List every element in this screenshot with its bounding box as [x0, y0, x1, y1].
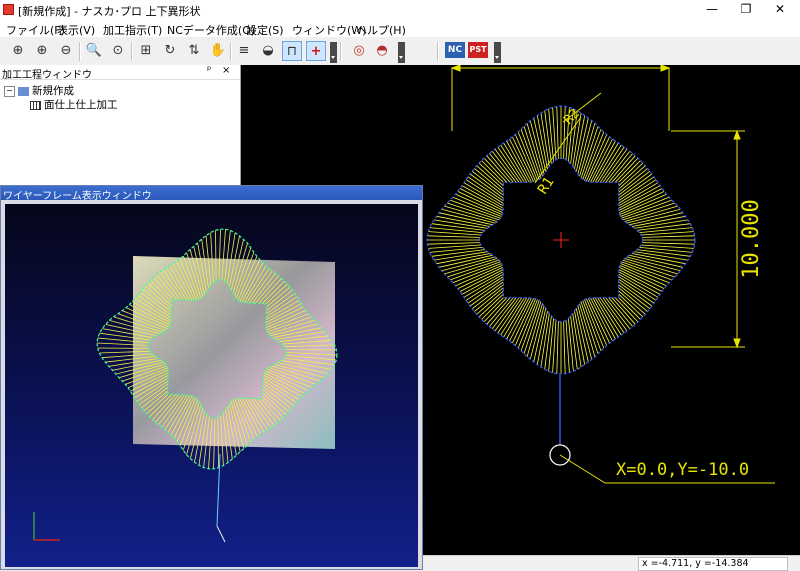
project-icon [18, 87, 29, 96]
app-logo-icon [3, 4, 14, 15]
start-point-label: X=0.0,Y=-10.0 [616, 460, 749, 480]
minimize-button[interactable]: — [696, 0, 728, 20]
shell-icon[interactable]: ◒ [258, 41, 278, 61]
toolpath-line [501, 298, 525, 335]
dimension-width-label: 10.000 [739, 199, 764, 278]
wire-approach-line [217, 526, 225, 542]
toolpath-line [428, 232, 481, 235]
toolbar-separator [340, 42, 342, 61]
toolbar-dropdown-icon[interactable] [330, 42, 337, 63]
toolbar-separator [230, 42, 232, 61]
toolpath-line [466, 180, 503, 204]
toolpath-line [619, 277, 656, 301]
toolpath-line [598, 298, 622, 335]
zoom-half-icon[interactable]: ⊖ [56, 41, 76, 61]
toolbar-separator [131, 42, 133, 61]
post-processor-button[interactable]: PST [468, 42, 488, 58]
zoom-in-icon[interactable]: ⊕ [8, 41, 28, 61]
toolpath-line [576, 118, 588, 172]
toolpath-line [534, 308, 546, 362]
tree-root-item[interactable]: − 新規作成 [4, 83, 74, 98]
wireframe-titlebar: ワイヤーフレーム表示ウィンドウ [1, 186, 422, 200]
toolbar: ⊕ ⊕ ⊖ 🔍 ⊙ ⊞ ↻ ⇅ ✋ ≡ ◒ ⊓ + ◎ ◓ NC PST [0, 37, 800, 65]
menu-help[interactable]: ヘルプ(H) [356, 22, 406, 38]
toolpath-line [641, 245, 694, 248]
tree-child-item[interactable]: 面仕上仕上加工 [30, 97, 118, 112]
toolpath-line [629, 213, 683, 225]
toolbar-dropdown-icon[interactable] [494, 42, 501, 63]
zoom-x2-icon[interactable]: ⊕ [32, 41, 52, 61]
toolpath-line [553, 107, 556, 160]
wireframe-title: ワイヤーフレーム表示ウィンドウ [3, 187, 152, 202]
tree-child-label: 面仕上仕上加工 [44, 99, 118, 111]
toolpath-line [534, 118, 546, 172]
window-title: [新規作成] - ナスカ･プロ 上下異形状 [18, 3, 201, 19]
menu-bar: ファイル(F) 表示(V) 加工指示(T) NCデータ作成(O) 設定(S) ウ… [0, 20, 800, 37]
toolbar-dropdown-icon[interactable] [398, 42, 405, 63]
toolpath-line [629, 255, 683, 267]
machine-icon[interactable]: ⊞ [136, 41, 156, 61]
toolpath-line [501, 145, 525, 182]
process-grid-icon [30, 101, 41, 110]
cursor-coordinates: x =-4.711, y =-14.384 [638, 557, 788, 571]
toolpath-line [439, 255, 493, 267]
toolpath-line [427, 243, 479, 245]
pin-icon[interactable]: ᵖ [207, 65, 211, 76]
collapse-icon[interactable]: − [4, 86, 15, 97]
menu-nc-data[interactable]: NCデータ作成(O) [167, 22, 255, 38]
toolpath-line [466, 277, 503, 301]
toolbar-separator [437, 42, 439, 61]
wireframe-svg [5, 204, 418, 567]
nc-output-button[interactable]: NC [445, 42, 465, 58]
toolpath-line [428, 245, 481, 248]
menu-settings[interactable]: 設定(S) [246, 22, 284, 38]
process-window-title: 加工工程ウィンドウ [2, 66, 92, 81]
toolpath-line [619, 180, 656, 204]
process-window-header: 加工工程ウィンドウ ᵖ × [0, 65, 240, 80]
target-icon[interactable]: ◎ [349, 41, 369, 61]
maximize-button[interactable]: ❐ [730, 0, 762, 20]
origin-cross-icon[interactable]: + [306, 41, 326, 61]
toolpath-line [553, 320, 556, 373]
toolpath-line [576, 308, 588, 362]
pan-hand-icon[interactable]: ✋ [208, 41, 228, 61]
toolpath-line [641, 232, 694, 235]
dome-icon[interactable]: ◓ [372, 41, 392, 61]
tree-root-label: 新規作成 [32, 85, 74, 97]
toolpath-line [598, 145, 622, 182]
toolbar-separator [79, 42, 81, 61]
toolpath-line [566, 320, 569, 373]
zoom-window-icon[interactable]: 🔍 [84, 41, 104, 61]
toolpath-line [642, 243, 694, 245]
close-button[interactable]: ✕ [764, 0, 796, 20]
toolpath-line [427, 236, 479, 238]
toolpath-line [557, 321, 559, 373]
toolpath-line [564, 321, 566, 373]
process-window: 加工工程ウィンドウ ᵖ × − 新規作成 面仕上仕上加工 [0, 65, 241, 185]
status-bar: x =-4.711, y =-14.384 [423, 555, 800, 571]
close-icon[interactable]: × [222, 65, 230, 76]
menu-machining[interactable]: 加工指示(T) [103, 22, 162, 38]
swap-icon[interactable]: ⇅ [184, 41, 204, 61]
window-titlebar: [新規作成] - ナスカ･プロ 上下異形状 — ❐ ✕ [0, 0, 800, 20]
wireframe-window: ワイヤーフレーム表示ウィンドウ [0, 185, 423, 570]
workpiece-icon[interactable]: ⊓ [282, 41, 302, 61]
menu-view[interactable]: 表示(V) [57, 22, 95, 38]
refresh-icon[interactable]: ↻ [160, 41, 180, 61]
wireframe-canvas[interactable] [5, 204, 418, 567]
toolpath-line [642, 236, 694, 238]
toolpath-line [439, 213, 493, 225]
zoom-fit-icon[interactable]: ⊙ [108, 41, 128, 61]
layer-icon[interactable]: ≡ [234, 41, 254, 61]
